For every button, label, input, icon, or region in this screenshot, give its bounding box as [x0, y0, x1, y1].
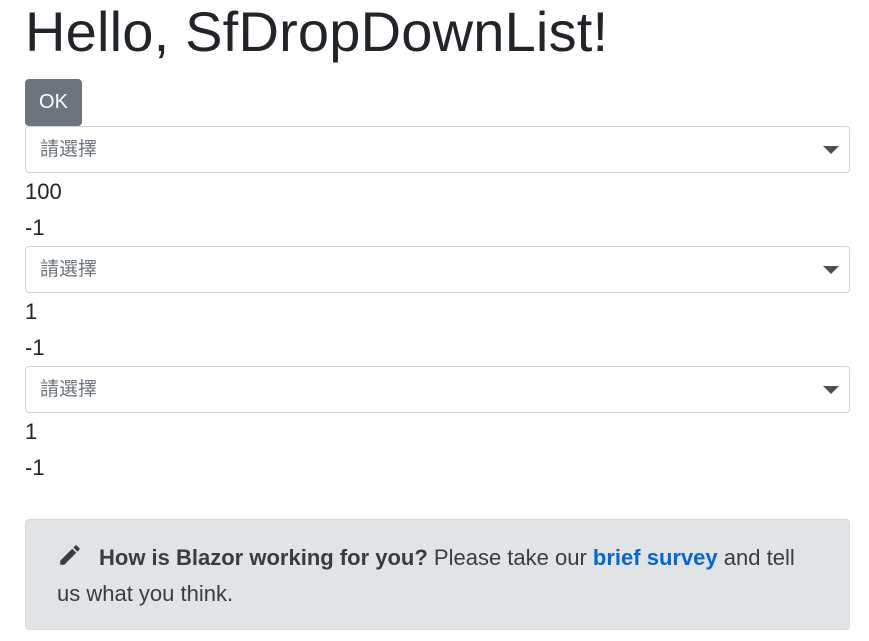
dropdown-list-1[interactable]: 請選擇: [25, 126, 850, 173]
brief-survey-link[interactable]: brief survey: [593, 545, 718, 570]
caret-down-icon[interactable]: [823, 266, 839, 274]
dropdown-group-3: 請選擇 1 -1: [25, 366, 850, 486]
dropdown-placeholder: 請選擇: [40, 139, 98, 160]
caret-down-icon[interactable]: [823, 386, 839, 394]
survey-prompt: How is Blazor working for you? Please ta…: [25, 519, 850, 630]
page-title: Hello, SfDropDownList!: [25, 0, 609, 63]
dropdown-group-2: 請選擇 1 -1: [25, 246, 850, 366]
dropdown-list-2[interactable]: 請選擇: [25, 246, 850, 293]
selected-index: -1: [25, 215, 45, 240]
dropdown-placeholder: 請選擇: [40, 259, 98, 280]
selected-value: 1: [25, 299, 38, 324]
selected-index: -1: [25, 455, 45, 480]
selected-value: 1: [25, 419, 38, 444]
dropdown-placeholder: 請選擇: [40, 379, 98, 400]
survey-text-before-link: Please take our: [433, 545, 587, 570]
selected-index: -1: [25, 335, 45, 360]
selected-value: 100: [25, 179, 62, 204]
caret-down-icon[interactable]: [823, 146, 839, 154]
dropdown-group-1: 請選擇 100 -1: [25, 126, 850, 246]
survey-question: How is Blazor working for you?: [99, 545, 428, 570]
main-content: Hello, SfDropDownList! OK 請選擇 100 -1 請選擇…: [25, 0, 850, 486]
ok-button[interactable]: OK: [25, 79, 82, 126]
pencil-icon: [57, 542, 83, 568]
dropdown-list-3[interactable]: 請選擇: [25, 366, 850, 413]
